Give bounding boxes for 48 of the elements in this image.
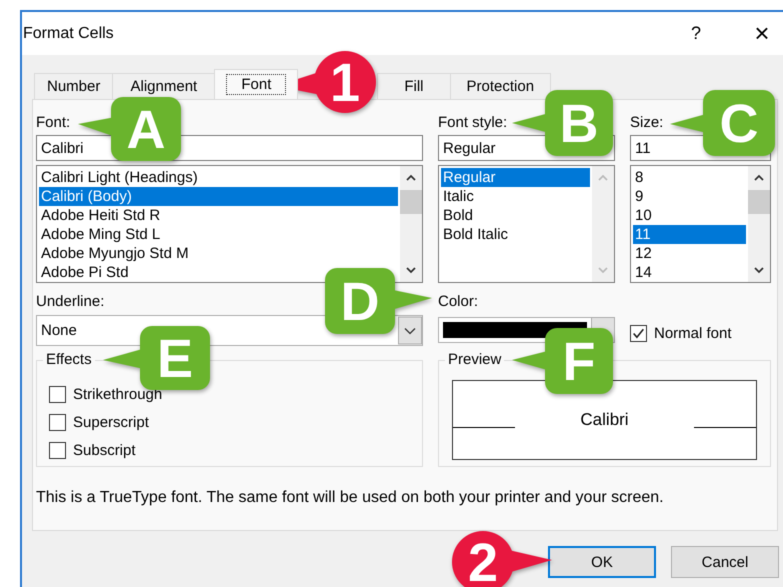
scroll-thumb[interactable] [748,190,770,214]
list-item[interactable]: 14 [633,263,746,282]
chevron-down-icon[interactable] [405,266,417,274]
callout-tooltip: B [512,90,613,156]
tab[interactable]: Font [214,69,298,99]
list-item[interactable]: Italic [441,187,590,206]
info-text: This is a TrueType font. The same font will be used on both your printer and your screen. [36,489,665,507]
scrollbar[interactable] [400,166,422,282]
callout-tooltip: D [325,268,432,334]
dialog-button[interactable]: Cancel [671,546,779,578]
list-item[interactable]: Adobe Heiti Std R [39,206,398,225]
list-item[interactable]: 10 [633,206,746,225]
dialog-button[interactable]: OK [548,546,656,578]
field-label: Size: [630,114,664,132]
effect-checkbox[interactable]: Superscript [49,413,422,432]
list-item[interactable]: Regular [441,168,590,187]
chevron-up-icon[interactable] [405,174,417,182]
field-label: Font style: [438,114,508,132]
chevron-down-icon[interactable] [753,266,765,274]
list-item[interactable]: 11 [633,225,746,244]
scrollbar[interactable] [748,166,770,282]
list-item[interactable]: Adobe Myungjo Std M [39,244,398,263]
field-label: Font: [36,114,72,132]
tab[interactable]: Number [34,73,114,99]
callout-tooltip: 2 [452,531,552,587]
chevron-up-icon[interactable] [753,174,765,182]
scroll-thumb[interactable] [400,190,422,214]
close-button[interactable]: × [742,18,782,49]
field-label: Color: [438,293,480,311]
list-item[interactable]: Bold [441,206,590,225]
list-item[interactable]: 9 [633,187,746,206]
list-item[interactable]: 8 [633,168,746,187]
help-button[interactable]: ? [676,23,716,44]
list-item[interactable]: 12 [633,244,746,263]
list-item[interactable]: Calibri (Body) [39,187,398,206]
effect-checkbox[interactable]: Subscript [49,441,422,460]
normal-font-checkbox[interactable]: Normal font [630,325,771,342]
tab[interactable]: Fill [377,73,451,99]
preview-text: Calibri [579,410,630,430]
callout-tooltip: F [512,328,613,394]
window-title: Format Cells [23,24,115,42]
list-item[interactable]: Adobe Ming Std L [39,225,398,244]
list-item[interactable]: Bold Italic [441,225,590,244]
list-item[interactable]: Calibri Light (Headings) [39,168,398,187]
callout-tooltip: C [670,90,775,156]
checkmark-icon [631,326,646,341]
dropdown-caret-icon [398,316,422,345]
field-label: Underline: [36,293,106,311]
